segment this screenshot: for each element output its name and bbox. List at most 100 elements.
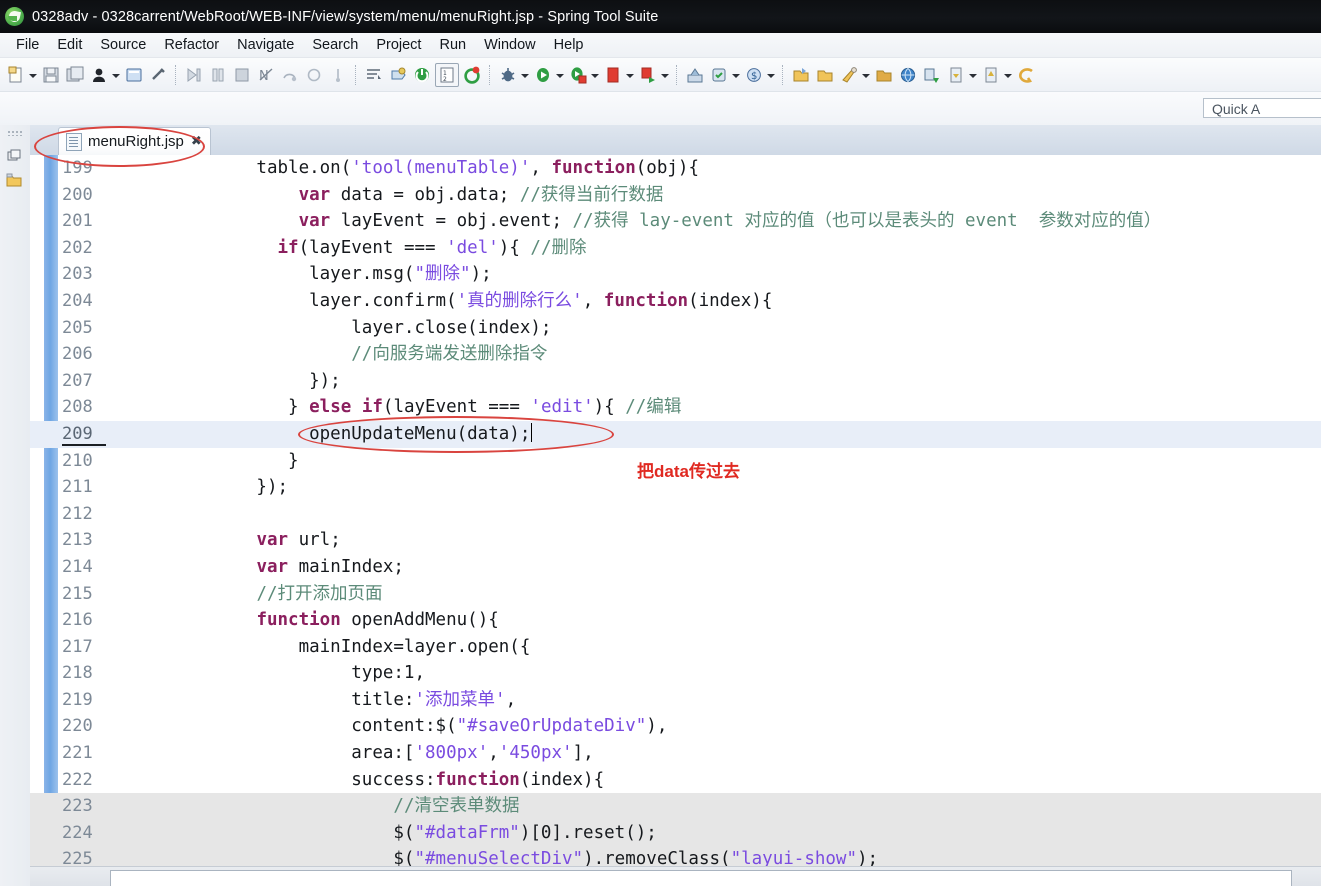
title-bar: 0328adv - 0328carrent/WebRoot/WEB-INF/vi… [0, 0, 1321, 33]
code-line[interactable]: 213 var url; [30, 527, 1321, 554]
external-tools-icon[interactable] [684, 64, 706, 86]
code-line[interactable]: 209 openUpdateMenu(data); [30, 420, 1321, 448]
code-line[interactable]: 201 var layEvent = obj.event; //获得 lay-e… [30, 208, 1321, 235]
step-into-selection-icon[interactable] [327, 64, 349, 86]
code-text: }); [130, 370, 341, 391]
code-line[interactable]: 202 if(layEvent === 'del'){ //删除 [30, 235, 1321, 262]
menu-item-search[interactable]: Search [303, 36, 367, 54]
drag-grip-icon[interactable] [7, 130, 23, 136]
open-task-icon[interactable] [873, 64, 895, 86]
chevron-down-icon[interactable] [766, 65, 775, 85]
code-line[interactable]: 222 success:function(index){ [30, 767, 1321, 794]
search-dollar-icon[interactable]: $ [743, 64, 765, 86]
code-line[interactable]: 220 content:$("#saveOrUpdateDiv"), [30, 713, 1321, 740]
line-number: 217 [62, 636, 93, 657]
code-line[interactable]: 200 var data = obj.data; //获得当前行数据 [30, 182, 1321, 209]
code-line[interactable]: 224 $("#dataFrm")[0].reset(); [30, 819, 1321, 847]
menu-item-help[interactable]: Help [545, 36, 593, 54]
save-all-icon[interactable] [64, 64, 86, 86]
chevron-down-icon[interactable] [111, 65, 120, 85]
close-icon[interactable]: ✖ [191, 135, 202, 148]
quick-fix-icon[interactable] [838, 64, 860, 86]
console-icon[interactable] [123, 64, 145, 86]
debug-bug-icon[interactable] [497, 64, 519, 86]
terminate-red-icon[interactable] [602, 64, 624, 86]
code-text: layer.confirm('真的删除行么', function(index){ [130, 290, 773, 311]
code-line[interactable]: 219 title:'添加菜单', [30, 687, 1321, 714]
pause-icon[interactable] [207, 64, 229, 86]
chevron-down-icon[interactable] [28, 65, 37, 85]
team-sync-icon[interactable] [921, 64, 943, 86]
menu-item-refactor[interactable]: Refactor [155, 36, 228, 54]
menu-bar: File Edit Source Refactor Navigate Searc… [0, 33, 1321, 58]
editor-tab-strip: menuRight.jsp ✖ [30, 125, 1321, 156]
coverage-icon[interactable] [708, 64, 730, 86]
menu-item-source[interactable]: Source [91, 36, 155, 54]
code-line[interactable]: 203 layer.msg("删除"); [30, 261, 1321, 288]
run-config-icon[interactable] [567, 64, 589, 86]
open-type-icon[interactable] [790, 64, 812, 86]
open-resource-icon[interactable] [814, 64, 836, 86]
new-file-icon[interactable] [5, 64, 27, 86]
chevron-down-icon[interactable] [968, 65, 977, 85]
chevron-down-icon[interactable] [555, 65, 564, 85]
refresh-green-icon[interactable] [461, 64, 483, 86]
menu-item-run[interactable]: Run [430, 36, 475, 54]
bottom-panel-sliver: 1 [30, 866, 1321, 886]
line-number: 207 [62, 370, 93, 391]
link-break-icon[interactable] [147, 64, 169, 86]
quick-access-input[interactable]: Quick A [1203, 98, 1321, 118]
code-line[interactable]: 214 var mainIndex; [30, 554, 1321, 581]
menu-item-window[interactable]: Window [475, 36, 545, 54]
chevron-down-icon[interactable] [590, 65, 599, 85]
code-text: mainIndex=layer.open({ [130, 636, 531, 657]
bottom-panel-content[interactable] [110, 870, 1292, 886]
code-line[interactable]: 212 [30, 501, 1321, 528]
code-line[interactable]: 207 }); [30, 368, 1321, 395]
user-icon[interactable] [88, 64, 110, 86]
next-annotation-icon[interactable] [980, 64, 1002, 86]
run-green-icon[interactable] [532, 64, 554, 86]
skip-breakpoints-icon[interactable]: N [255, 64, 277, 86]
step-return-icon[interactable] [303, 64, 325, 86]
code-text: table.on('tool(menuTable)', function(obj… [130, 158, 699, 178]
package-explorer-icon[interactable] [5, 147, 23, 165]
code-line[interactable]: 206 //向服务端发送删除指令 [30, 341, 1321, 368]
menu-item-file[interactable]: File [7, 36, 48, 54]
line-number: 216 [62, 610, 93, 631]
code-line[interactable]: 221 area:['800px','450px'], [30, 740, 1321, 767]
menu-item-navigate[interactable]: Navigate [228, 36, 303, 54]
save-icon[interactable] [40, 64, 62, 86]
stop-icon[interactable] [231, 64, 253, 86]
code-line[interactable]: 205 layer.close(index); [30, 315, 1321, 342]
code-line[interactable]: 215 //打开添加页面 [30, 581, 1321, 608]
chevron-down-icon[interactable] [861, 65, 870, 85]
chevron-down-icon[interactable] [1003, 65, 1012, 85]
relaunch-icon[interactable] [637, 64, 659, 86]
chevron-down-icon[interactable] [731, 65, 740, 85]
code-line[interactable]: 216 function openAddMenu(){ [30, 607, 1321, 634]
code-line[interactable]: 208 } else if(layEvent === 'edit'){ //编辑 [30, 394, 1321, 421]
chevron-down-icon[interactable] [660, 65, 669, 85]
code-line[interactable]: 204 layer.confirm('真的删除行么', function(ind… [30, 288, 1321, 315]
code-line[interactable]: 223 //清空表单数据 [30, 793, 1321, 820]
code-line[interactable]: 218 type:1, [30, 660, 1321, 687]
menu-item-edit[interactable]: Edit [48, 36, 91, 54]
chevron-down-icon[interactable] [520, 65, 529, 85]
boot-dashboard-icon[interactable] [387, 64, 409, 86]
step-into-icon[interactable] [183, 64, 205, 86]
spring-config-icon[interactable]: 12 [435, 62, 459, 87]
project-explorer-icon[interactable] [5, 171, 23, 189]
globe-icon[interactable] [897, 64, 919, 86]
editor-tab-menuright-jsp[interactable]: menuRight.jsp ✖ [58, 127, 211, 155]
step-over-icon[interactable] [279, 64, 301, 86]
menu-item-project[interactable]: Project [367, 36, 430, 54]
code-line[interactable]: 217 mainIndex=layer.open({ [30, 634, 1321, 661]
prev-annotation-icon[interactable] [945, 64, 967, 86]
sort-icon[interactable] [363, 64, 385, 86]
code-pane[interactable]: 199 table.on('tool(menuTable)', function… [30, 155, 1321, 886]
toggle-power-icon[interactable] [411, 64, 433, 86]
code-line[interactable]: 199 table.on('tool(menuTable)', function… [30, 155, 1321, 182]
chevron-down-icon[interactable] [625, 65, 634, 85]
back-icon[interactable] [1015, 64, 1037, 86]
